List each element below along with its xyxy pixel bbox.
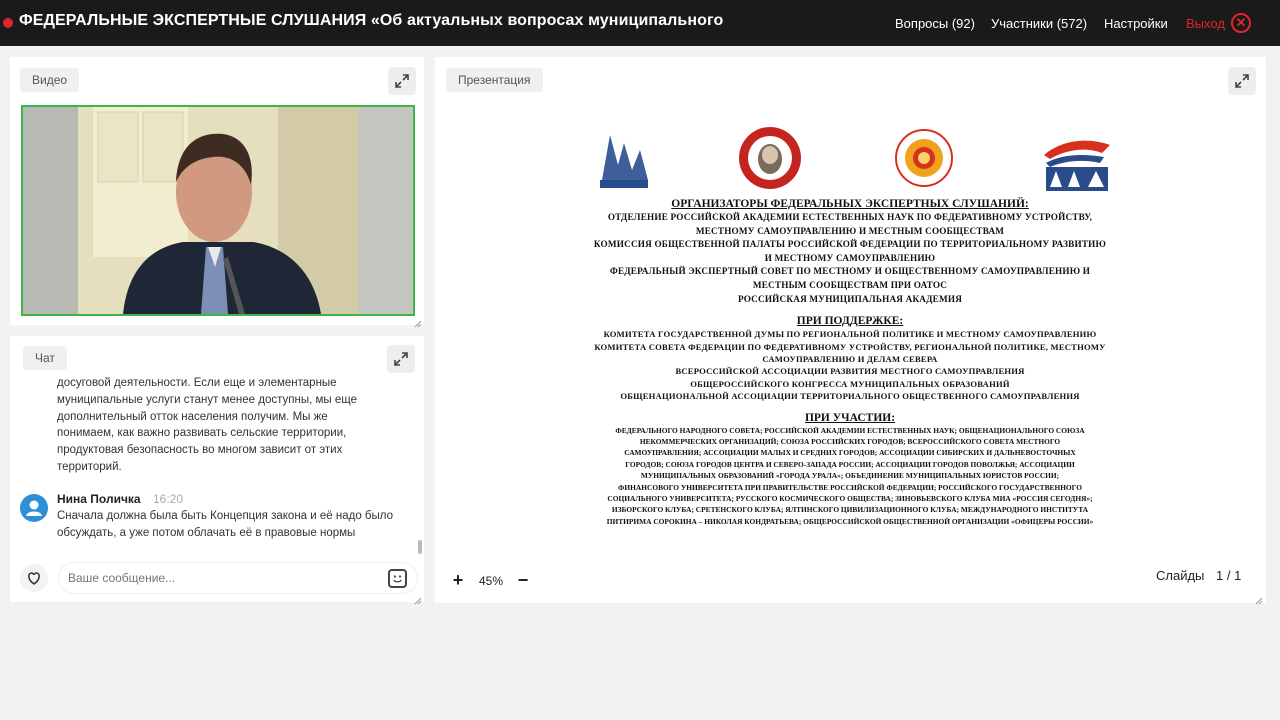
participation-heading: ПРИ УЧАСТИИ:: [804, 411, 896, 424]
heart-icon: [28, 572, 40, 585]
expand-icon: [1235, 74, 1249, 88]
participation-line: ИЗБОРСКОГО КЛУБА; СРЕТЕНСКОГО КЛУБА; ЯЛТ…: [611, 505, 1089, 515]
presentation-label: Презентация: [446, 68, 543, 92]
exit-close-icon[interactable]: ✕: [1231, 13, 1251, 33]
chat-text-line: муниципальные услуги станут менее доступ…: [57, 393, 357, 406]
organizer-line: КОМИССИЯ ОБЩЕСТВЕННОЙ ПАЛАТЫ РОССИЙСКОЙ …: [593, 239, 1107, 250]
expand-icon: [395, 74, 409, 88]
participation-line: НЕКОММЕРЧЕСКИХ ОРГАНИЗАЦИЙ; СОЮЗА РОССИЙ…: [639, 437, 1061, 446]
chat-history: досуговой деятельности. Если еще и элеме…: [10, 372, 424, 482]
chat-label: Чат: [23, 346, 67, 370]
civic-chamber-logo: [590, 125, 656, 191]
zoom-level: 45%: [479, 574, 504, 588]
expert-council-logo: [891, 125, 957, 191]
organizer-line: РОССИЙСКАЯ МУНИЦИПАЛЬНАЯ АКАДЕМИЯ: [737, 293, 963, 304]
resize-icon: [414, 597, 422, 605]
resize-icon: [414, 320, 422, 328]
organizer-line: И МЕСТНОМУ САМОУПРАВЛЕНИЮ: [764, 252, 936, 263]
like-button[interactable]: [20, 564, 48, 592]
participation-line: САМОУПРАВЛЕНИЯ; АССОЦИАЦИИ МАЛЫХ И СРЕДН…: [624, 448, 1076, 458]
participants-link[interactable]: Участники (572): [991, 16, 1087, 31]
resize-icon: [1255, 597, 1263, 605]
participation-line: ФЕДЕРАЛЬНОГО НАРОДНОГО СОВЕТА; РОССИЙСКО…: [615, 425, 1085, 435]
zoom-in-button[interactable]: +: [448, 570, 468, 591]
expand-presentation-button[interactable]: [1228, 67, 1256, 95]
participation-line: СОЦИАЛЬНОГО УНИВЕРСИТЕТА; РУССКОГО КОСМИ…: [607, 494, 1093, 504]
organizer-line: ФЕДЕРАЛЬНЫЙ ЭКСПЕРТНЫЙ СОВЕТ ПО МЕСТНОМУ…: [609, 266, 1091, 277]
support-line: ОБЩЕРОССИЙСКОГО КОНГРЕССА МУНИЦИПАЛЬНЫХ …: [690, 378, 1010, 389]
support-line: КОМИТЕТА ГОСУДАРСТВЕННОЙ ДУМЫ ПО РЕГИОНА…: [603, 329, 1097, 340]
top-bar: ФЕДЕРАЛЬНЫЕ ЭКСПЕРТНЫЕ СЛУШАНИЯ «Об акту…: [0, 0, 1280, 46]
support-line: САМОУПРАВЛЕНИЮ И ДЕЛАМ СЕВЕРА: [762, 353, 938, 364]
participation-line: ГОРОДОВ; СОЮЗА ГОРОДОВ ЦЕНТРА И СЕВЕРО-З…: [625, 459, 1075, 469]
questions-link[interactable]: Вопросы (92): [895, 16, 975, 31]
chat-scrollbar[interactable]: [418, 540, 422, 554]
chat-text-line: досуговой деятельности. Если еще и элеме…: [57, 377, 337, 389]
video-stream[interactable]: [21, 105, 415, 316]
support-heading: ПРИ ПОДДЕРЖКЕ:: [796, 315, 904, 328]
chat-message-input[interactable]: [58, 562, 418, 594]
avatar[interactable]: [20, 494, 48, 522]
participation-line: ПИТИРИМА СОРОКИНА – НИКОЛАЯ КОНДРАТЬЕВА;…: [606, 516, 1094, 526]
speaker-video-image: [23, 107, 413, 314]
chat-text-line: продуктовая безопасность во многом завис…: [57, 444, 343, 457]
message-text: Сначала должна была быть Концепция закон…: [57, 510, 394, 539]
support-line: ОБЩЕНАЦИОНАЛЬНОЙ АССОЦИАЦИИ ТЕРРИТОРИАЛЬ…: [620, 391, 1080, 402]
emoji-button[interactable]: [388, 569, 407, 588]
support-line: КОМИТЕТА СОВЕТА ФЕДЕРАЦИИ ПО ФЕДЕРАТИВНО…: [594, 341, 1106, 352]
video-label: Видео: [20, 68, 80, 92]
video-resize-handle[interactable]: [414, 315, 422, 328]
slides-counter: 1 / 1: [1216, 568, 1242, 583]
chat-prev-message: досуговой деятельности. Если еще и элеме…: [57, 375, 357, 476]
chat-text-line: территорий.: [57, 460, 122, 473]
presentation-resize-handle[interactable]: [1255, 592, 1263, 605]
user-avatar-icon: [26, 500, 42, 516]
participation-line: ФИНАНСОВОГО УНИВЕРСИТЕТА ПРИ ПРАВИТЕЛЬСТ…: [618, 482, 1082, 492]
organizer-line: ОТДЕЛЕНИЕ РОССИЙСКОЙ АКАДЕМИИ ЕСТЕСТВЕНН…: [607, 212, 1093, 222]
presentation-slide: ОРГАНИЗАТОРЫ ФЕДЕРАЛЬНЫХ ЭКСПЕРТНЫХ СЛУШ…: [560, 198, 1140, 628]
chat-text-line: дополнительный отток населения получим. …: [57, 410, 328, 423]
zoom-out-button[interactable]: −: [513, 570, 533, 591]
message-author: Нина Поличка: [57, 492, 141, 506]
academy-logo: [737, 125, 803, 191]
exit-link[interactable]: Выход: [1186, 16, 1225, 31]
participation-line: МУНИЦИПАЛЬНЫХ ОБРАЗОВАНИЙ «ГОРОДА УРАЛА»…: [640, 471, 1060, 481]
rma-logo: [1042, 125, 1112, 191]
support-line: ВСЕРОССИЙСКОЙ АССОЦИАЦИИ РАЗВИТИЯ МЕСТНО…: [675, 366, 1025, 377]
expand-video-button[interactable]: [388, 67, 416, 95]
settings-link[interactable]: Настройки: [1104, 16, 1168, 31]
smiley-icon: [393, 575, 402, 583]
chat-resize-handle[interactable]: [414, 592, 422, 605]
organizer-line: МЕСТНОМУ САМОУПРАВЛЕНИЮ И МЕСТНЫМ СООБЩЕ…: [695, 225, 1005, 236]
message-time: 16:20: [153, 492, 184, 506]
organizers-heading: ОРГАНИЗАТОРЫ ФЕДЕРАЛЬНЫХ ЭКСПЕРТНЫХ СЛУШ…: [671, 198, 1029, 210]
slides-label: Слайды: [1156, 568, 1205, 583]
chat-text-line: понимаем, как важно развивать сельские т…: [57, 427, 347, 440]
expand-chat-button[interactable]: [387, 345, 415, 373]
organizer-line: МЕСТНЫМ СООБЩЕСТВАМ ПРИ ОАТОС: [752, 279, 948, 290]
live-indicator-icon: [3, 18, 13, 28]
event-title: ФЕДЕРАЛЬНЫЕ ЭКСПЕРТНЫЕ СЛУШАНИЯ «Об акту…: [19, 12, 724, 29]
expand-icon: [394, 352, 408, 366]
